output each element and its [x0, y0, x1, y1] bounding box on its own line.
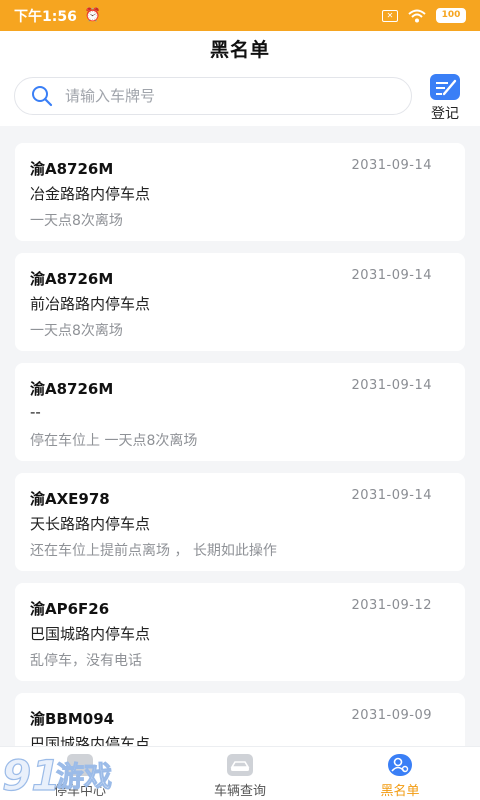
- sim-icon: ✕: [382, 9, 398, 22]
- record-date: 2031-09-09: [351, 708, 432, 723]
- search-input[interactable]: [65, 87, 365, 105]
- wifi-icon: [408, 9, 426, 22]
- record-date: 2031-09-14: [351, 378, 432, 393]
- tab-label: 黑名单: [380, 784, 420, 799]
- app-header: 黑名单 登记: [0, 31, 480, 126]
- parking-location: 巴国城路内停车点: [30, 735, 151, 746]
- tab-blacklist[interactable]: 黑名单: [320, 747, 480, 800]
- page-title: 黑名单: [209, 39, 270, 61]
- search-icon: [32, 86, 53, 107]
- record-note: 乱停车，没有电话: [30, 653, 142, 669]
- status-icons: ✕ 100: [382, 8, 466, 23]
- register-label: 登记: [431, 106, 459, 122]
- record-date: 2031-09-14: [351, 268, 432, 283]
- register-button[interactable]: 登记: [426, 74, 464, 123]
- car-query-icon: [227, 754, 253, 776]
- tab-label: 停车中心: [53, 784, 106, 799]
- blacklist-card[interactable]: 渝A8726M 2031-09-14 冶金路路内停车点 一天点8次离场: [15, 143, 465, 241]
- register-icon: [430, 74, 460, 100]
- plate-number: 渝AXE978: [30, 490, 110, 508]
- blacklist-icon: [388, 754, 412, 776]
- parking-location: 天长路路内停车点: [30, 515, 151, 533]
- parking-location: --: [30, 403, 41, 421]
- tab-parking-center[interactable]: 停车中心: [0, 747, 160, 800]
- record-note: 还在车位上提前点离场 ， 长期如此操作: [30, 543, 277, 559]
- plate-number: 渝A8726M: [30, 160, 114, 178]
- plate-number: 渝A8726M: [30, 270, 114, 288]
- parking-center-icon: [67, 754, 93, 776]
- tab-car-query[interactable]: 车辆查询: [160, 747, 320, 800]
- record-note: 一天点8次离场: [30, 213, 123, 229]
- record-note: 一天点8次离场: [30, 323, 123, 339]
- plate-number: 渝A8726M: [30, 380, 114, 398]
- blacklist-card[interactable]: 渝BBM094 2031-09-09 巴国城路内停车点: [15, 693, 465, 746]
- tab-label: 车辆查询: [213, 784, 266, 799]
- record-date: 2031-09-14: [351, 488, 432, 503]
- parking-location: 巴国城路内停车点: [30, 625, 151, 643]
- record-date: 2031-09-14: [351, 158, 432, 173]
- blacklist-card[interactable]: 渝AXE978 2031-09-14 天长路路内停车点 还在车位上提前点离场 ，…: [15, 473, 465, 571]
- status-bar: 下午1:56 ⏰ ✕ 100: [0, 0, 480, 31]
- blacklist-card[interactable]: 渝AP6F26 2031-09-12 巴国城路内停车点 乱停车，没有电话: [15, 583, 465, 681]
- record-note: 停在车位上 一天点8次离场: [30, 433, 198, 449]
- blacklist-list[interactable]: 渝A8726M 2031-09-14 冶金路路内停车点 一天点8次离场 渝A87…: [0, 126, 480, 746]
- blacklist-card[interactable]: 渝A8726M 2031-09-14 -- 停在车位上 一天点8次离场: [15, 363, 465, 461]
- parking-location: 冶金路路内停车点: [30, 185, 151, 203]
- search-bar[interactable]: [14, 77, 412, 115]
- record-date: 2031-09-12: [351, 598, 432, 613]
- parking-location: 前冶路路内停车点: [30, 295, 151, 313]
- bottom-tab-bar: 停车中心 车辆查询 黑名单: [0, 746, 480, 800]
- alarm-off-icon: ⏰: [84, 8, 102, 23]
- plate-number: 渝BBM094: [30, 710, 115, 728]
- plate-number: 渝AP6F26: [30, 600, 110, 618]
- blacklist-card[interactable]: 渝A8726M 2031-09-14 前冶路路内停车点 一天点8次离场: [15, 253, 465, 351]
- status-time: 下午1:56: [14, 8, 77, 25]
- battery-icon: 100: [436, 8, 466, 23]
